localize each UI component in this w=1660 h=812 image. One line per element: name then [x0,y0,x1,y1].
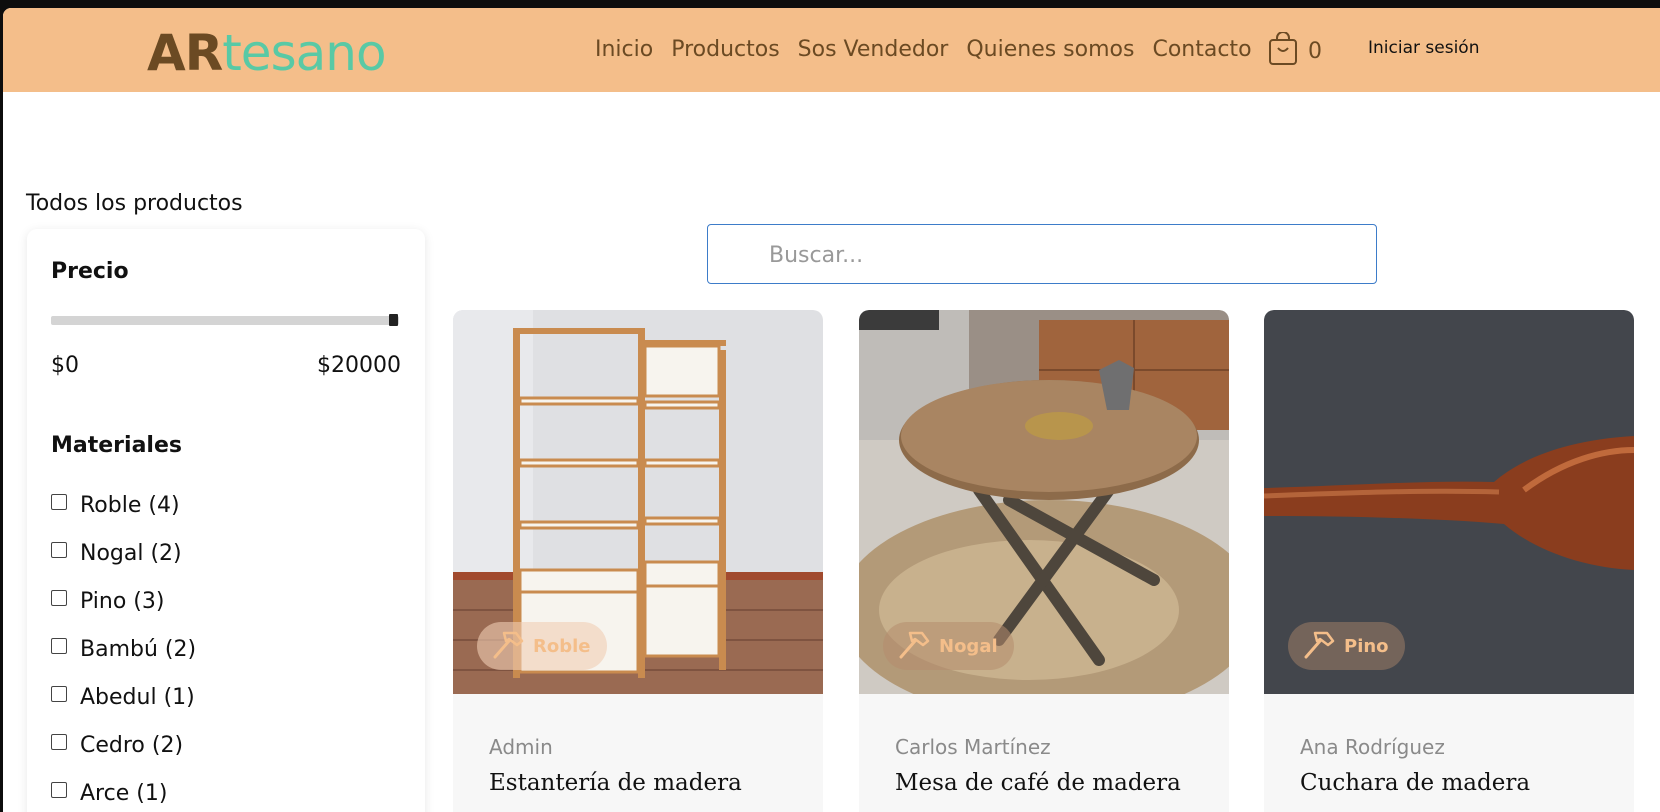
product-author: Admin [489,735,553,759]
shopping-bag-icon [1268,31,1298,70]
product-title[interactable]: Mesa de café de madera [895,770,1181,796]
material-checkbox[interactable] [51,590,67,606]
material-checkbox[interactable] [51,782,67,798]
product-image[interactable]: Nogal [859,310,1229,694]
nav-link-quienes-somos[interactable]: Quienes somos [966,35,1134,65]
product-card[interactable]: Roble Admin Estantería de madera [453,310,823,812]
price-min-label: $0 [51,353,79,378]
material-label: Abedul (1) [80,684,195,710]
product-card[interactable]: Pino Ana Rodríguez Cuchara de madera [1264,310,1634,812]
material-badge: Pino [1288,622,1405,670]
material-option-cedro[interactable]: Cedro (2) [51,721,196,769]
material-checkbox[interactable] [51,494,67,510]
login-link[interactable]: Iniciar sesión [1368,38,1479,58]
material-option-abedul[interactable]: Abedul (1) [51,673,196,721]
filter-sidebar: Precio $0 $20000 Materiales Roble (4) No… [27,229,425,812]
search-input[interactable] [767,239,1351,271]
price-slider-track[interactable] [51,316,399,325]
material-checkbox[interactable] [51,734,67,750]
site-logo[interactable]: ARtesano [147,24,387,82]
site-header: ARtesano Inicio Productos Sos Vendedor Q… [3,8,1660,92]
product-card[interactable]: Nogal Carlos Martínez Mesa de café de ma… [859,310,1229,812]
nav-link-contacto[interactable]: Contacto [1152,35,1251,65]
hammer-icon [897,629,931,663]
cart-count: 0 [1308,38,1322,64]
price-max-label: $20000 [317,353,401,378]
product-author: Carlos Martínez [895,735,1051,759]
material-checkbox[interactable] [51,638,67,654]
material-badge-label: Pino [1344,635,1389,657]
material-label: Bambú (2) [80,636,197,662]
material-badge: Nogal [883,622,1014,670]
nav-link-sos-vendedor[interactable]: Sos Vendedor [798,35,949,65]
materials-list: Roble (4) Nogal (2) Pino (3) Bambú (2) A… [51,481,196,812]
cart-button[interactable]: 0 [1268,31,1322,70]
material-option-arce[interactable]: Arce (1) [51,769,196,812]
price-filter-heading: Precio [51,259,129,284]
material-label: Nogal (2) [80,540,182,566]
price-slider-handle[interactable] [389,314,398,326]
product-image[interactable]: Pino [1264,310,1634,694]
main-nav: Inicio Productos Sos Vendedor Quienes so… [595,35,1252,65]
product-image[interactable]: Roble [453,310,823,694]
material-label: Roble (4) [80,492,180,518]
material-label: Arce (1) [80,780,168,806]
product-author: Ana Rodríguez [1300,735,1445,759]
logo-rest-text: tesano [222,24,386,82]
material-checkbox[interactable] [51,542,67,558]
material-badge-label: Nogal [939,635,998,657]
product-title[interactable]: Estantería de madera [489,770,742,796]
search-box[interactable] [707,224,1377,284]
material-badge-label: Roble [533,635,591,657]
material-option-roble[interactable]: Roble (4) [51,481,196,529]
logo-strong-text: AR [147,24,223,82]
material-option-bambu[interactable]: Bambú (2) [51,625,196,673]
page-title: Todos los productos [26,191,243,216]
material-label: Pino (3) [80,588,165,614]
material-option-pino[interactable]: Pino (3) [51,577,196,625]
hammer-icon [1302,629,1336,663]
material-badge: Roble [477,622,607,670]
nav-link-productos[interactable]: Productos [671,35,779,65]
browser-viewport: ARtesano Inicio Productos Sos Vendedor Q… [3,8,1660,812]
material-label: Cedro (2) [80,732,184,758]
hammer-icon [491,629,525,663]
materials-filter-heading: Materiales [51,433,182,458]
material-checkbox[interactable] [51,686,67,702]
material-option-nogal[interactable]: Nogal (2) [51,529,196,577]
product-title[interactable]: Cuchara de madera [1300,770,1530,796]
nav-link-inicio[interactable]: Inicio [595,35,653,65]
